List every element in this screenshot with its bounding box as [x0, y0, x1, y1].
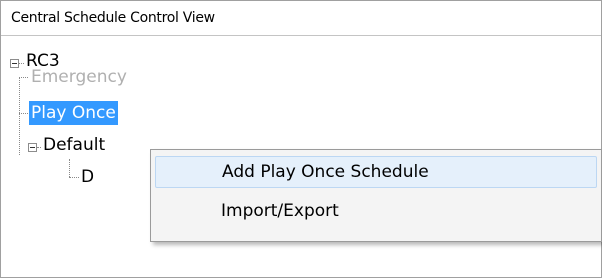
tree-node-default[interactable]: Default	[43, 133, 105, 157]
tree-connector	[69, 159, 70, 177]
tree-node-child[interactable]: D	[81, 165, 94, 189]
collapse-icon[interactable]	[10, 59, 19, 68]
tree-connector	[19, 113, 28, 114]
tree-node-play-once[interactable]: Play Once	[29, 101, 118, 125]
tree-connector	[69, 177, 79, 178]
panel-title: Central Schedule Control View	[1, 1, 601, 36]
tree-connector	[19, 77, 28, 78]
tree-connector	[37, 147, 41, 148]
context-menu: Add Play Once Schedule Import/Export	[150, 149, 602, 242]
tree-connector	[19, 77, 20, 155]
menu-item-import-export[interactable]: Import/Export	[155, 195, 597, 227]
collapse-icon[interactable]	[28, 143, 37, 152]
menu-item-add-play-once-schedule[interactable]: Add Play Once Schedule	[155, 156, 597, 188]
tree-node-emergency[interactable]: Emergency	[31, 65, 127, 89]
tree-connector	[19, 63, 24, 64]
